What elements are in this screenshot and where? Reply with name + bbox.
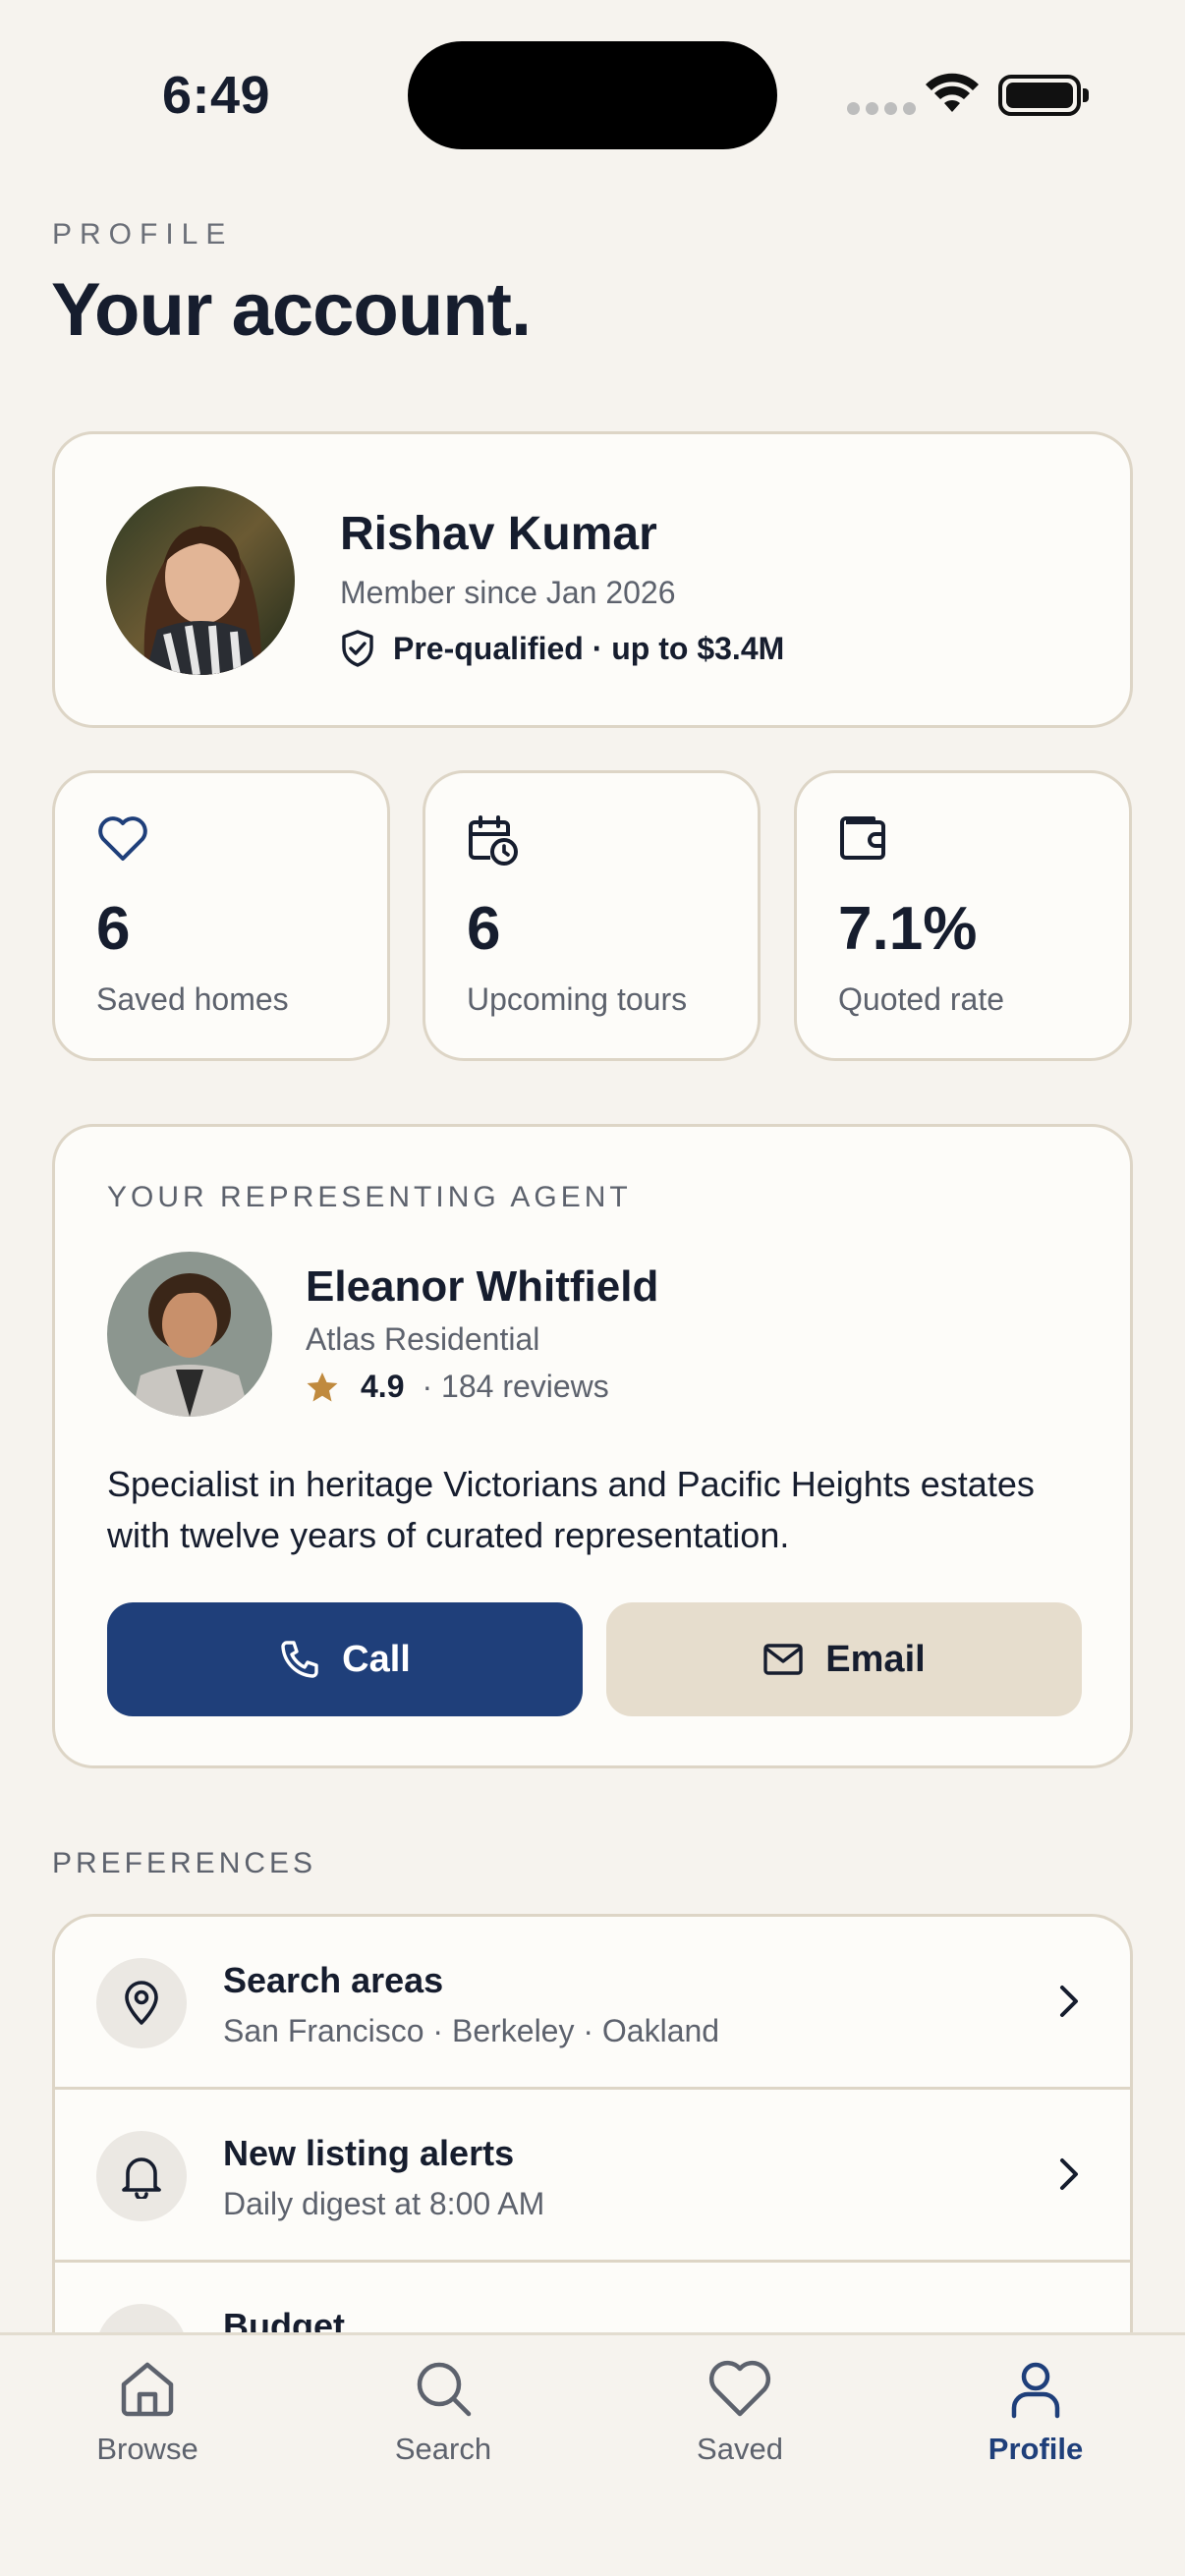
email-button[interactable]: Email: [606, 1602, 1082, 1716]
home-icon: [121, 2362, 174, 2417]
rating-value: 4.9: [361, 1369, 405, 1404]
tab-label: Saved: [697, 2432, 783, 2466]
tab-browse[interactable]: Browse: [49, 2357, 246, 2467]
cellular-signal-icon: [847, 102, 916, 115]
stat-label: Upcoming tours: [467, 981, 688, 1017]
review-count: · 184 reviews: [422, 1369, 609, 1404]
phone-icon: [281, 1641, 318, 1678]
mail-icon: [763, 1644, 803, 1675]
agent-brokerage: Atlas Residential: [306, 1321, 540, 1357]
tab-profile[interactable]: Profile: [937, 2357, 1134, 2467]
agent-bio: Specialist in heritage Victorians and Pa…: [107, 1464, 1035, 1555]
tab-search[interactable]: Search: [345, 2357, 541, 2467]
tab-saved[interactable]: Saved: [642, 2357, 838, 2467]
calendar-clock-icon: [469, 815, 518, 866]
avatar: [106, 486, 295, 675]
tab-bar: Browse Search Saved Profile: [0, 2332, 1185, 2576]
chevron-right-icon: [1060, 1986, 1078, 2017]
pref-search-areas[interactable]: Search areas San Francisco · Berkeley · …: [55, 1917, 1130, 2090]
stat-label: Quoted rate: [838, 981, 1004, 1017]
agent-card: YOUR REPRESENTING AGENT Eleanor Whitfiel…: [52, 1124, 1133, 1768]
user-icon: [1011, 2362, 1060, 2419]
email-button-label: Email: [825, 1638, 926, 1680]
star-icon: [307, 1372, 338, 1401]
stat-label: Saved homes: [96, 981, 289, 1017]
heart-icon: [708, 2360, 771, 2417]
heart-icon: [98, 816, 147, 861]
stat-value: 7.1%: [838, 895, 978, 963]
call-button-label: Call: [342, 1638, 411, 1680]
search-icon: [417, 2362, 472, 2417]
status-time: 6:49: [162, 66, 271, 125]
pref-title: Search areas: [223, 1960, 444, 2000]
profile-name: Rishav Kumar: [340, 508, 657, 560]
bell-icon: [96, 2131, 187, 2221]
member-since: Member since Jan 2026: [340, 575, 676, 610]
profile-card[interactable]: Rishav Kumar Member since Jan 2026 Pre-q…: [52, 431, 1133, 728]
pref-subtitle: Daily digest at 8:00 AM: [223, 2186, 545, 2221]
agent-section-label: YOUR REPRESENTING AGENT: [107, 1181, 632, 1213]
pref-title: New listing alerts: [223, 2133, 515, 2173]
wifi-icon: [926, 73, 979, 112]
stat-quoted-rate[interactable]: 7.1% Quoted rate: [794, 770, 1132, 1061]
page-eyebrow: PROFILE: [52, 218, 234, 251]
dynamic-island: [408, 41, 777, 149]
agent-avatar: [107, 1252, 272, 1417]
tab-label: Search: [394, 2432, 492, 2466]
shield-check-icon: [342, 630, 373, 667]
stat-value: 6: [467, 895, 501, 963]
agent-name: Eleanor Whitfield: [306, 1262, 659, 1311]
chevron-right-icon: [1060, 2158, 1078, 2190]
stat-upcoming-tours[interactable]: 6 Upcoming tours: [423, 770, 761, 1061]
stat-saved-homes[interactable]: 6 Saved homes: [52, 770, 390, 1061]
map-pin-icon: [96, 1958, 187, 2048]
call-button[interactable]: Call: [107, 1602, 583, 1716]
tab-label: Profile: [988, 2432, 1084, 2466]
pref-subtitle: San Francisco · Berkeley · Oakland: [223, 2013, 720, 2048]
prequal-badge: Pre-qualified · up to $3.4M: [340, 629, 784, 668]
pref-new-listing-alerts[interactable]: New listing alerts Daily digest at 8:00 …: [55, 2090, 1130, 2263]
page-title: Your account.: [51, 268, 532, 352]
battery-icon: [998, 75, 1089, 116]
status-bar: 6:49: [0, 0, 1185, 187]
stat-value: 6: [96, 895, 131, 963]
agent-rating: 4.9 · 184 reviews: [306, 1369, 609, 1405]
wallet-icon: [840, 816, 885, 860]
tab-label: Browse: [96, 2432, 198, 2466]
prequal-text: Pre-qualified · up to $3.4M: [393, 630, 785, 666]
preferences-label: PREFERENCES: [52, 1847, 317, 1879]
